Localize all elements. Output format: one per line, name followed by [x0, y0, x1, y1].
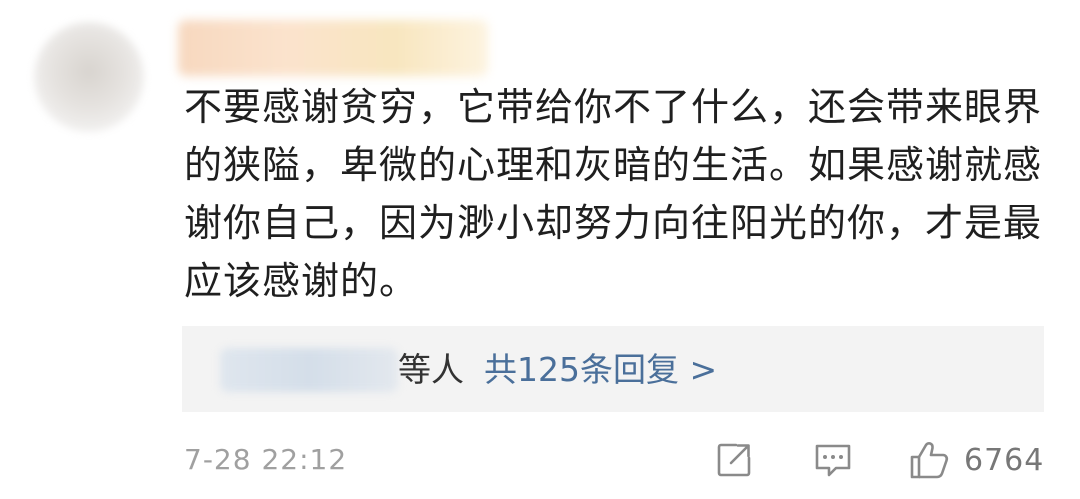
view-replies-link[interactable]: 共125条回复 >	[484, 350, 717, 389]
comment-icon	[815, 444, 851, 477]
replies-summary: 等人 共125条回复 >	[398, 348, 717, 392]
replier-name-blurred[interactable]	[220, 348, 398, 392]
reply-button[interactable]	[812, 438, 854, 482]
replies-preview[interactable]: 等人 共125条回复 >	[182, 326, 1044, 412]
avatar[interactable]	[34, 22, 144, 132]
share-icon	[717, 443, 751, 477]
comment-card: 不要感谢贫穷，它带给你不了什么，还会带来眼界的狭隘，卑微的心理和灰暗的生活。如果…	[0, 0, 1080, 499]
replies-others-label: 等人	[398, 350, 464, 389]
comment-timestamp: 7-28 22:12	[184, 443, 348, 476]
like-button[interactable]: 6764	[908, 438, 1044, 482]
share-button[interactable]	[714, 438, 754, 482]
thumbs-up-icon	[910, 442, 949, 479]
comment-text: 不要感谢贫穷，它带给你不了什么，还会带来眼界的狭隘，卑微的心理和灰暗的生活。如果…	[184, 85, 1043, 303]
like-count: 6764	[964, 442, 1045, 478]
username-blurred[interactable]	[178, 20, 488, 76]
